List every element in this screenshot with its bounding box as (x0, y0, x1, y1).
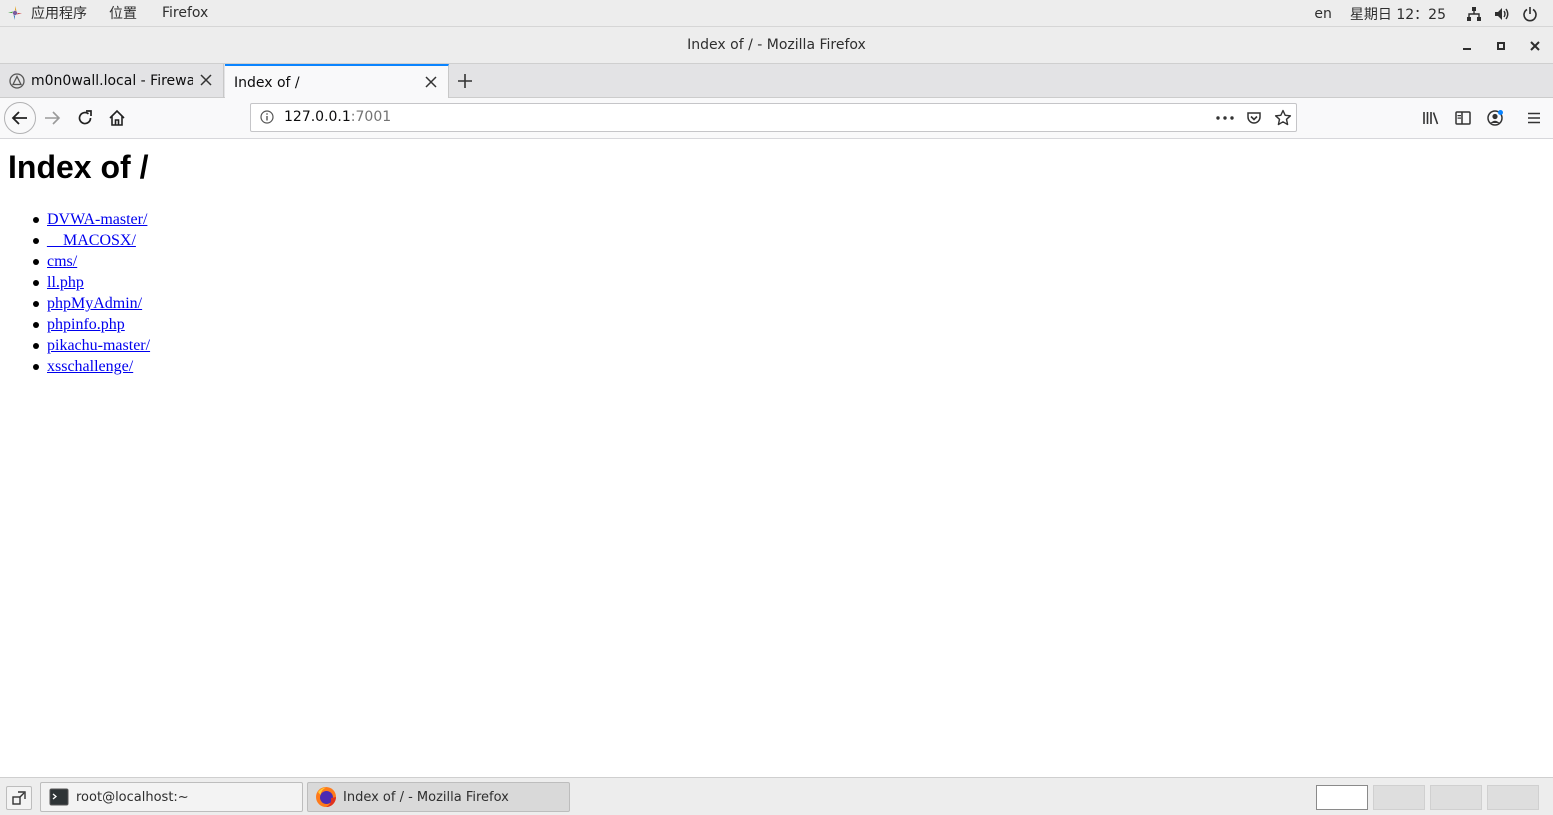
directory-link[interactable]: phpMyAdmin/ (47, 295, 142, 312)
maximize-button[interactable] (1491, 36, 1511, 56)
forward-button[interactable] (42, 108, 62, 128)
directory-link[interactable]: DVWA-master/ (47, 211, 147, 228)
workspace-4[interactable] (1487, 785, 1539, 810)
list-item: pikachu-master/ (32, 335, 150, 356)
site-info-icon[interactable] (260, 110, 276, 126)
tab-m0n0wall-close-icon[interactable] (199, 73, 213, 87)
list-item: __MACOSX/ (32, 230, 150, 251)
taskbar-item-firefox[interactable]: Index of / - Mozilla Firefox (307, 782, 570, 812)
list-item: phpinfo.php (32, 314, 150, 335)
volume-icon[interactable] (1494, 6, 1510, 22)
network-icon[interactable] (1466, 6, 1482, 22)
app-menu[interactable]: Firefox (162, 0, 208, 27)
window-titlebar: Index of / - Mozilla Firefox (0, 27, 1553, 64)
terminal-icon (49, 788, 69, 806)
firefox-icon (315, 786, 337, 808)
back-button[interactable] (4, 102, 36, 134)
file-link[interactable]: phpinfo.php (47, 316, 125, 333)
list-item: DVWA-master/ (32, 209, 150, 230)
page-content: Index of / DVWA-master/ __MACOSX/ cms/ l… (0, 139, 1553, 777)
navigation-toolbar: 127.0.0.1:7001 (0, 98, 1553, 139)
url-text[interactable]: 127.0.0.1:7001 (284, 104, 391, 131)
gnome-top-bar: 应用程序 位置 Firefox en 星期日 12：25 (0, 0, 1553, 27)
tab-index-of-close-icon[interactable] (424, 75, 438, 89)
file-link[interactable]: ll.php (47, 274, 84, 291)
reload-button[interactable] (75, 108, 95, 128)
list-item: xsschallenge/ (32, 356, 150, 377)
page-title: Index of / (8, 149, 149, 185)
minimize-button[interactable] (1457, 36, 1477, 56)
library-icon[interactable] (1421, 108, 1441, 128)
sidebar-icon[interactable] (1453, 108, 1473, 128)
list-item: phpMyAdmin/ (32, 293, 150, 314)
workspace-2[interactable] (1373, 785, 1425, 810)
tab-m0n0wall-label: m0n0wall.local - Firewall: (31, 73, 193, 89)
page-actions-icon[interactable] (1216, 109, 1236, 127)
window-title: Index of / - Mozilla Firefox (687, 37, 866, 53)
tab-index-of-label: Index of / (234, 74, 300, 91)
applications-menu[interactable]: 应用程序 (0, 0, 87, 27)
directory-link[interactable]: xsschallenge/ (47, 358, 133, 375)
workspace-3[interactable] (1430, 785, 1482, 810)
app-menu-label: Firefox (162, 5, 209, 21)
directory-listing: DVWA-master/ __MACOSX/ cms/ ll.php phpMy… (32, 209, 150, 377)
places-menu[interactable]: 位置 (109, 0, 137, 27)
clock[interactable]: 星期日 12：25 (1350, 4, 1446, 24)
url-host: 127.0.0.1 (284, 109, 351, 125)
list-item: cms/ (32, 251, 150, 272)
power-icon[interactable] (1522, 6, 1538, 22)
directory-link[interactable]: pikachu-master/ (47, 337, 150, 354)
window-list-taskbar: root@localhost:~ Index of / - Mozilla Fi… (0, 777, 1553, 815)
url-bar[interactable]: 127.0.0.1:7001 (250, 103, 1297, 132)
taskbar-item-terminal-label: root@localhost:~ (76, 789, 189, 805)
show-desktop-button[interactable] (6, 786, 32, 810)
applications-menu-label: 应用程序 (31, 6, 87, 22)
tab-index-of[interactable]: Index of / (225, 64, 449, 99)
list-item: ll.php (32, 272, 150, 293)
directory-link[interactable]: __MACOSX/ (47, 232, 136, 249)
pocket-icon[interactable] (1246, 110, 1262, 126)
tab-m0n0wall[interactable]: m0n0wall.local - Firewall: (0, 64, 224, 98)
workspace-1[interactable] (1316, 785, 1368, 810)
bookmark-star-icon[interactable] (1274, 109, 1292, 127)
places-menu-label: 位置 (109, 6, 137, 22)
account-icon[interactable] (1485, 108, 1505, 128)
m0n0wall-favicon-icon (9, 73, 25, 89)
taskbar-item-firefox-label: Index of / - Mozilla Firefox (343, 789, 509, 805)
hamburger-menu-icon[interactable] (1524, 108, 1544, 128)
url-port: :7001 (350, 109, 392, 125)
language-indicator[interactable]: en (1314, 6, 1332, 22)
gnome-apps-icon (7, 5, 23, 21)
tab-strip: m0n0wall.local - Firewall: Index of / (0, 64, 1553, 99)
taskbar-item-terminal[interactable]: root@localhost:~ (40, 782, 303, 812)
close-window-button[interactable] (1525, 36, 1545, 56)
home-button[interactable] (107, 108, 127, 128)
directory-link[interactable]: cms/ (47, 253, 77, 270)
new-tab-button[interactable] (455, 71, 475, 91)
